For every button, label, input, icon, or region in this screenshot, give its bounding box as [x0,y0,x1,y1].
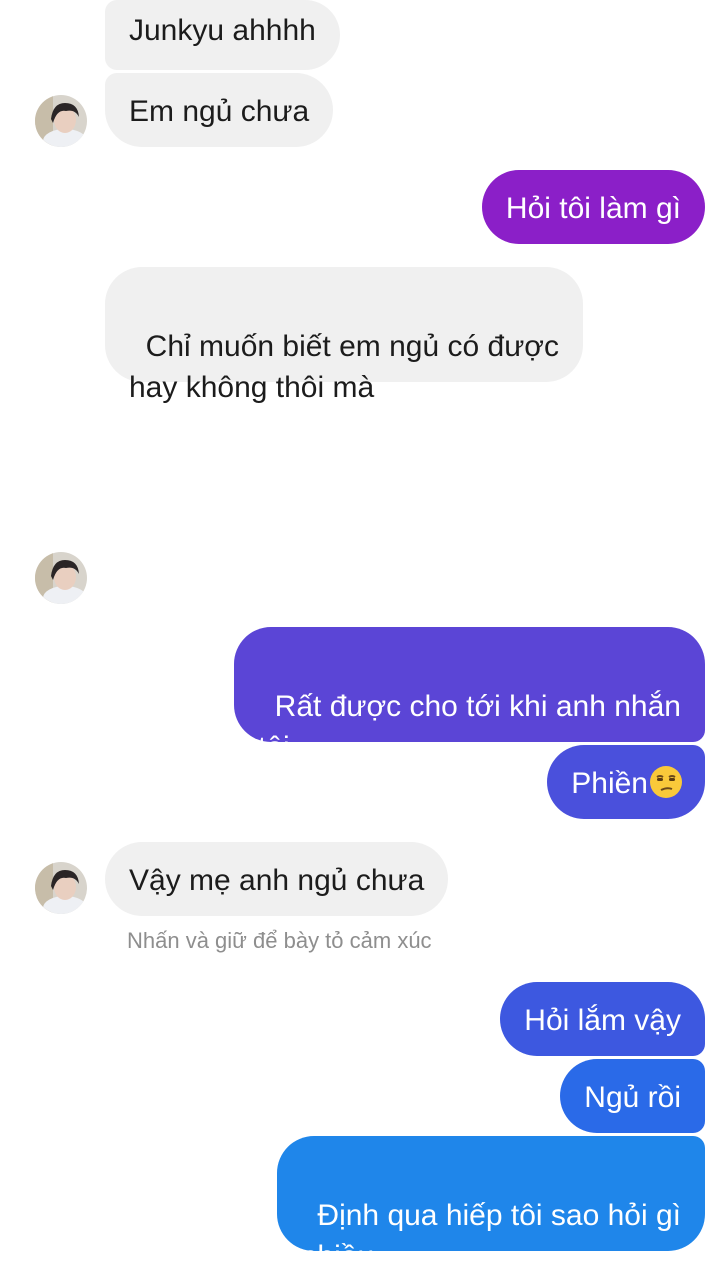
message-text: Hỏi lắm vậy [524,1004,681,1037]
message-bubble-outgoing[interactable]: Định qua hiếp tôi sao hỏi gì nhiều [276,1136,705,1273]
message-bubble-outgoing[interactable]: Ngủ rồi [560,1059,705,1133]
contact-avatar[interactable] [35,95,87,147]
contact-avatar[interactable] [35,552,87,604]
message-text: Ngủ rồi [584,1081,681,1114]
message-text: Hỏi tôi làm gì [505,192,681,225]
message-text: Định qua hiếp tôi sao hỏi gì nhiều [300,1199,681,1273]
message-bubble-outgoing[interactable]: Hỏi tôi làm gì [481,170,705,244]
message-bubble-incoming[interactable]: Em ngủ chưa [105,73,334,147]
message-bubble-incoming[interactable]: Vậy mẹ anh ngủ chưa [105,842,449,916]
message-text: Vậy mẹ anh ngủ chưa [129,864,425,897]
unamused-face-icon [650,766,682,798]
message-bubble-outgoing[interactable]: Phiền [547,745,705,819]
reaction-hint: Nhấn và giữ để bày tỏ cảm xúc [127,928,432,953]
message-text: Phiền [571,767,648,800]
message-bubble-outgoing[interactable]: Rất được cho tới khi anh nhắn tôi [234,627,705,764]
contact-avatar[interactable] [35,862,87,914]
avatar-image [35,862,87,914]
message-text: Chỉ muốn biết em ngủ có được hay không t… [129,330,559,404]
avatar-image [35,95,87,147]
message-text: Em ngủ chưa [129,95,310,128]
avatar-image [35,552,87,604]
message-bubble-incoming[interactable]: Chỉ muốn biết em ngủ có được hay không t… [105,267,583,404]
message-bubble-outgoing[interactable]: Hỏi lắm vậy [500,982,705,1056]
message-bubble-incoming[interactable]: Junkyu ahhhh [105,0,340,70]
message-text: Junkyu ahhhh [129,14,316,47]
